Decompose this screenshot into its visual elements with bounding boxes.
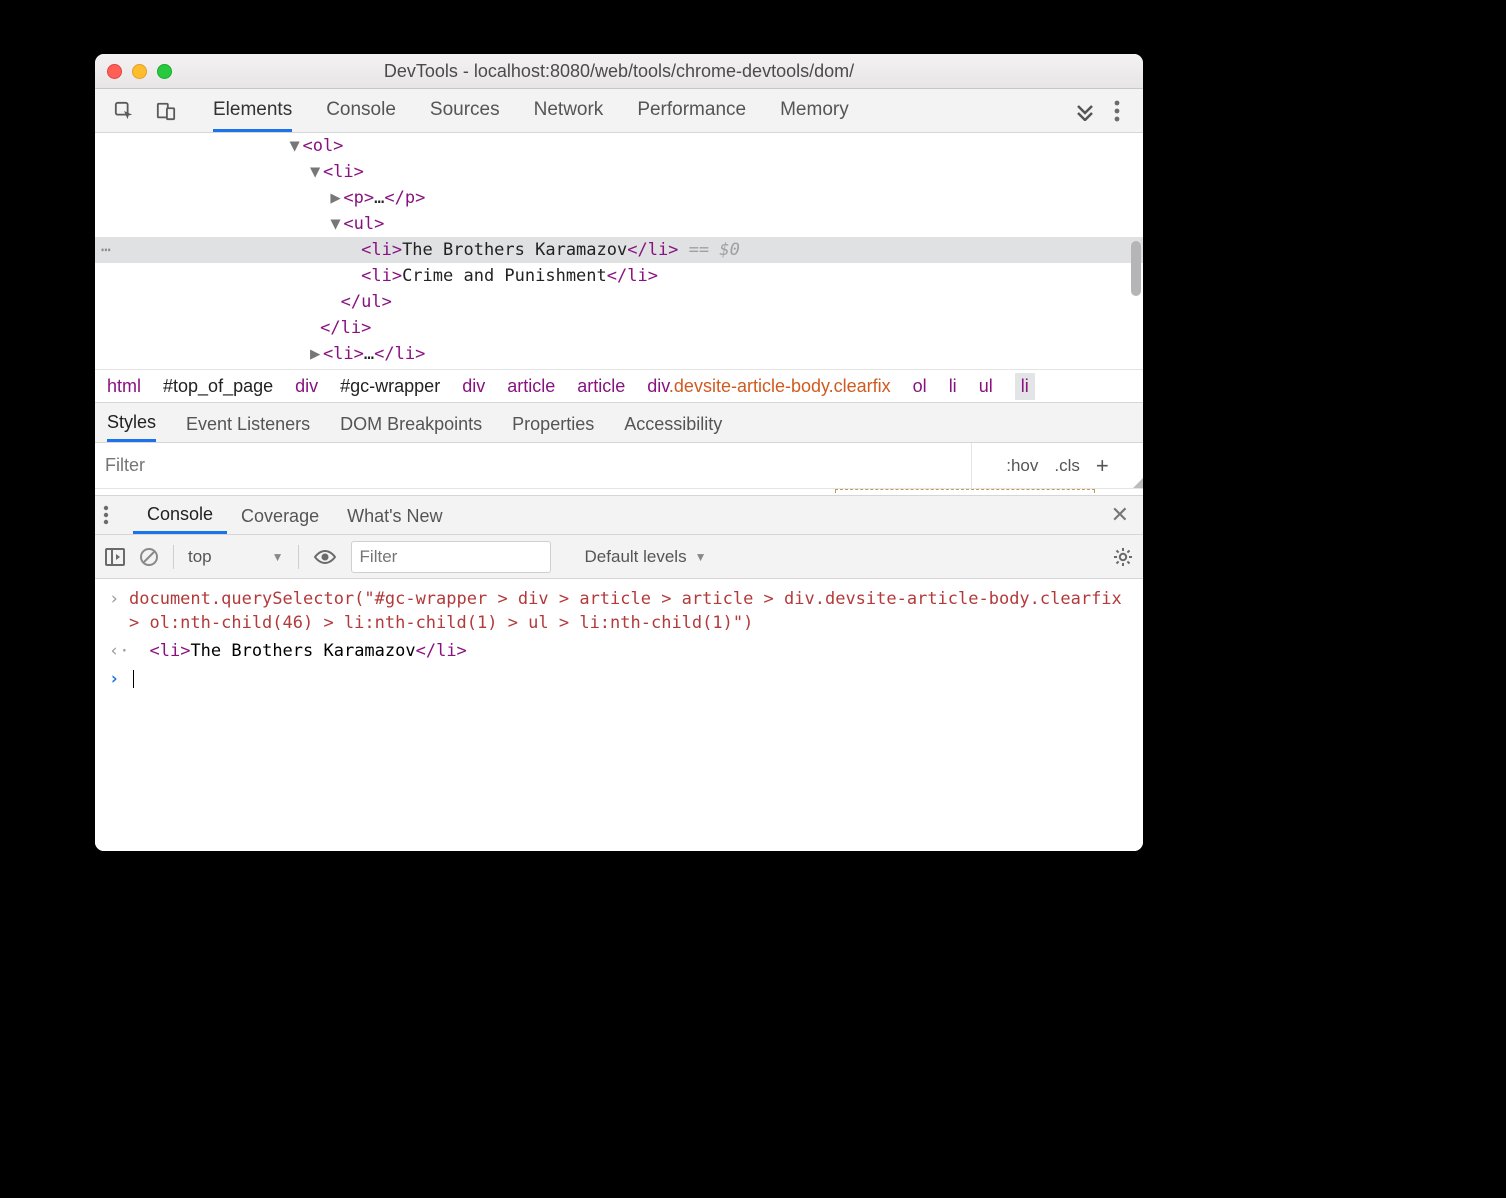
- console-output[interactable]: › document.querySelector("#gc-wrapper > …: [95, 579, 1143, 851]
- close-window-button[interactable]: [107, 64, 122, 79]
- window-title: DevTools - localhost:8080/web/tools/chro…: [95, 61, 1143, 82]
- subtab-properties[interactable]: Properties: [512, 405, 594, 441]
- tab-performance[interactable]: Performance: [637, 89, 746, 132]
- styles-filter-input[interactable]: [95, 455, 971, 476]
- dom-node[interactable]: </li>: [95, 315, 1143, 341]
- drawer-tab-whatsnew[interactable]: What's New: [333, 498, 456, 533]
- tab-memory[interactable]: Memory: [780, 89, 849, 132]
- subtab-event-listeners[interactable]: Event Listeners: [186, 405, 310, 441]
- tab-console[interactable]: Console: [326, 89, 396, 132]
- dom-tree[interactable]: ▼<ol> ▼<li> ▶<p>…</p> ▼<ul> <li>The Brot…: [95, 133, 1143, 369]
- context-label: top: [188, 547, 212, 567]
- breadcrumb[interactable]: article: [577, 376, 625, 397]
- dom-node[interactable]: ▶<p>…</p>: [95, 185, 1143, 211]
- breadcrumb[interactable]: div: [462, 376, 485, 397]
- settings-kebab-icon[interactable]: [1101, 100, 1133, 122]
- chevron-down-icon: ▼: [695, 550, 707, 564]
- breadcrumb[interactable]: ul: [979, 376, 993, 397]
- drawer-tab-console[interactable]: Console: [133, 496, 227, 534]
- tab-sources[interactable]: Sources: [430, 89, 500, 132]
- tabs-overflow-icon[interactable]: [1069, 101, 1101, 121]
- console-input-row: › document.querySelector("#gc-wrapper > …: [95, 585, 1143, 637]
- main-tabs: Elements Console Sources Network Perform…: [213, 89, 1069, 132]
- subtab-accessibility[interactable]: Accessibility: [624, 405, 722, 441]
- log-levels-select[interactable]: Default levels ▼: [585, 547, 707, 567]
- drawer-close-button[interactable]: ✕: [1111, 502, 1129, 528]
- console-prompt[interactable]: [129, 667, 1129, 691]
- inspect-element-icon[interactable]: [114, 101, 134, 121]
- breadcrumb[interactable]: div.devsite-article-body.clearfix: [647, 376, 890, 397]
- drawer-tab-coverage[interactable]: Coverage: [227, 498, 333, 533]
- dom-node[interactable]: ▶<li>…</li>: [95, 341, 1143, 367]
- dom-node[interactable]: ▼<ol>: [95, 133, 1143, 159]
- console-command: document.querySelector("#gc-wrapper > di…: [129, 587, 1129, 635]
- titlebar: DevTools - localhost:8080/web/tools/chro…: [95, 54, 1143, 89]
- console-settings-icon[interactable]: [1113, 547, 1133, 567]
- breadcrumb[interactable]: #gc-wrapper: [340, 376, 440, 397]
- console-prompt-row[interactable]: ›: [95, 665, 1143, 693]
- dom-node[interactable]: ▼<ul>: [95, 211, 1143, 237]
- breadcrumb[interactable]: li: [949, 376, 957, 397]
- breadcrumb[interactable]: div: [295, 376, 318, 397]
- live-expression-icon[interactable]: [313, 549, 337, 565]
- breadcrumb[interactable]: #top_of_page: [163, 376, 273, 397]
- cls-toggle[interactable]: .cls: [1054, 456, 1080, 476]
- prompt-chevron-icon: ›: [109, 667, 129, 691]
- input-chevron-icon: ›: [109, 587, 129, 635]
- hov-toggle[interactable]: :hov: [1006, 456, 1038, 476]
- minimize-window-button[interactable]: [132, 64, 147, 79]
- dom-node[interactable]: <li>Crime and Punishment</li>: [95, 263, 1143, 289]
- log-levels-label: Default levels: [585, 547, 687, 567]
- breadcrumb[interactable]: article: [507, 376, 555, 397]
- drawer-menu-icon[interactable]: [103, 505, 133, 525]
- output-chevron-icon: ‹·: [109, 639, 129, 663]
- drawer-tabs: Console Coverage What's New ✕: [95, 495, 1143, 535]
- scrollbar-thumb[interactable]: [1131, 241, 1141, 296]
- execution-context-select[interactable]: top ▼: [188, 547, 284, 567]
- subtab-styles[interactable]: Styles: [107, 403, 156, 442]
- dom-breadcrumbs: html #top_of_page div #gc-wrapper div ar…: [95, 369, 1143, 403]
- breadcrumb[interactable]: ol: [913, 376, 927, 397]
- fullscreen-window-button[interactable]: [157, 64, 172, 79]
- subtab-dom-breakpoints[interactable]: DOM Breakpoints: [340, 405, 482, 441]
- chevron-down-icon: ▼: [272, 550, 284, 564]
- console-result: <li>The Brothers Karamazov</li>: [129, 639, 1129, 663]
- tab-elements[interactable]: Elements: [213, 89, 292, 132]
- breadcrumb[interactable]: html: [107, 376, 141, 397]
- new-style-rule-button[interactable]: +: [1096, 453, 1109, 479]
- clear-console-icon[interactable]: [139, 547, 159, 567]
- traffic-lights: [107, 64, 172, 79]
- console-sidebar-toggle-icon[interactable]: [105, 548, 125, 566]
- dom-node-selected[interactable]: <li>The Brothers Karamazov</li> == $0: [95, 237, 1143, 263]
- elements-subtabs: Styles Event Listeners DOM Breakpoints P…: [95, 403, 1143, 443]
- main-toolbar: Elements Console Sources Network Perform…: [95, 89, 1143, 133]
- console-toolbar: top ▼ Default levels ▼: [95, 535, 1143, 579]
- separator: [298, 545, 299, 569]
- styles-body-preview: [95, 489, 1143, 495]
- tab-network[interactable]: Network: [534, 89, 604, 132]
- console-output-row: ‹· <li>The Brothers Karamazov</li>: [95, 637, 1143, 665]
- breadcrumb-current[interactable]: li: [1015, 373, 1035, 400]
- console-filter-input[interactable]: [351, 541, 551, 573]
- separator: [173, 545, 174, 569]
- styles-toolbar: :hov .cls +: [95, 443, 1143, 489]
- devtools-window: DevTools - localhost:8080/web/tools/chro…: [95, 54, 1143, 851]
- dom-node[interactable]: ▼<li>: [95, 159, 1143, 185]
- device-toolbar-icon[interactable]: [156, 101, 176, 121]
- box-model-fragment: [835, 489, 1095, 493]
- styles-toggles: :hov .cls +: [971, 443, 1143, 488]
- resize-corner-icon: [1133, 478, 1143, 488]
- dom-node[interactable]: </ul>: [95, 289, 1143, 315]
